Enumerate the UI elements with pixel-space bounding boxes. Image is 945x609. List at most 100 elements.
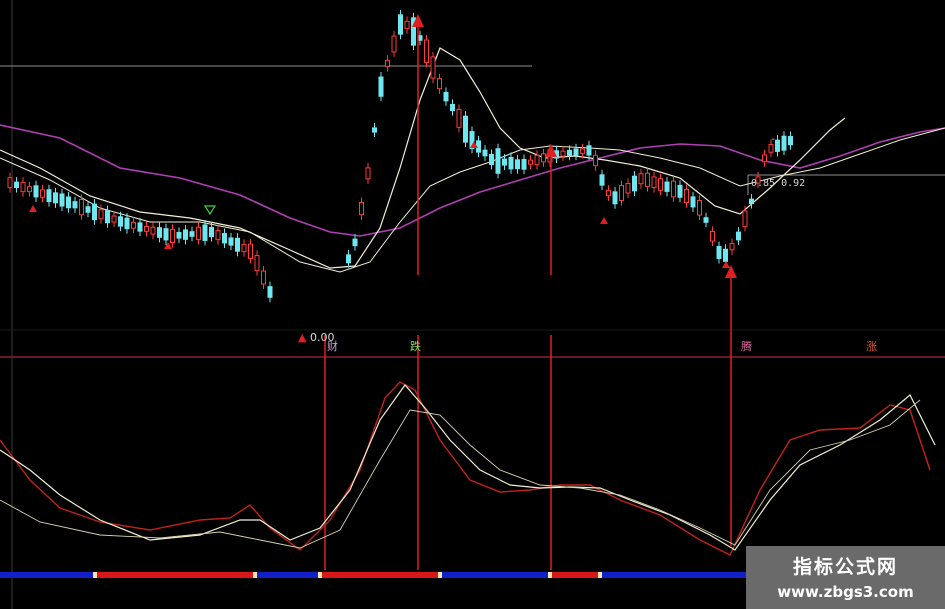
candlestick <box>189 231 195 237</box>
candlestick <box>788 136 793 146</box>
candlestick <box>463 115 468 143</box>
candlestick <box>170 228 175 244</box>
kdj-d-line <box>0 384 936 551</box>
candlestick <box>72 201 78 209</box>
candlestick <box>534 154 540 166</box>
candlestick <box>79 199 84 216</box>
candlestick <box>46 189 52 203</box>
candlestick <box>235 237 240 252</box>
candlestick <box>144 225 149 232</box>
candlestick <box>398 14 403 35</box>
candlestick <box>515 159 520 170</box>
watermark-url: www.zbgs3.com <box>777 583 914 601</box>
candlestick <box>33 185 39 198</box>
candlestick <box>254 255 260 272</box>
watermark-title: 指标公式网 <box>792 556 898 578</box>
candlestick <box>228 237 234 246</box>
kdj-j-line <box>0 399 921 549</box>
trend-bar-divider <box>598 572 602 578</box>
candlestick <box>781 135 787 151</box>
candlestick <box>560 150 566 157</box>
candlestick <box>196 226 201 240</box>
signal-marker-icon <box>722 261 730 268</box>
candlestick <box>775 139 780 152</box>
signal-marker-icon <box>29 205 37 212</box>
candlestick <box>651 176 657 188</box>
candlestick <box>261 270 266 285</box>
candlestick <box>502 158 507 166</box>
candlestick <box>385 59 390 68</box>
candlestick <box>163 228 169 241</box>
candlestick <box>150 226 156 235</box>
candlestick <box>528 159 533 165</box>
price-range-note: 0.85 0.92 <box>751 178 806 189</box>
candlestick <box>215 229 221 241</box>
candlestick <box>736 231 741 241</box>
candlestick <box>241 243 247 253</box>
candlestick <box>567 149 572 156</box>
candlestick <box>606 189 611 197</box>
candlestick <box>176 231 182 239</box>
signal-marker-icon <box>164 242 172 249</box>
candlestick <box>716 246 722 259</box>
candlestick <box>7 177 13 189</box>
candlestick <box>684 189 689 204</box>
candlestick <box>645 172 650 188</box>
candlestick <box>521 158 527 170</box>
trend-bar-divider <box>438 572 442 578</box>
candlestick <box>53 192 58 204</box>
trend-bar-divider <box>548 572 552 578</box>
kdj-k-line <box>0 381 931 556</box>
candlestick <box>40 189 45 198</box>
candlestick <box>248 243 253 259</box>
candlestick <box>424 39 429 63</box>
trend-bar-divider <box>253 572 257 578</box>
candlestick <box>98 209 104 220</box>
candlestick <box>372 127 377 133</box>
candlestick <box>118 216 123 227</box>
candlestick <box>131 221 136 229</box>
candlestick <box>443 91 449 102</box>
candlestick <box>697 199 702 216</box>
candlestick <box>209 226 214 238</box>
candlestick <box>677 184 683 198</box>
trend-bar-divider <box>318 572 322 578</box>
trend-bar-divider <box>93 572 97 578</box>
candlestick <box>267 286 273 298</box>
candlestick <box>768 144 774 153</box>
signal-marker-icon <box>600 217 608 224</box>
candlestick <box>430 56 436 79</box>
candlestick <box>632 175 637 192</box>
trend-bar-segment <box>255 572 320 578</box>
ma-short-line <box>0 47 846 269</box>
candlestick <box>183 229 188 240</box>
candlestick <box>599 174 605 186</box>
candlestick <box>710 230 715 242</box>
candlestick <box>437 78 442 90</box>
candlestick <box>85 206 91 213</box>
candlestick <box>762 154 767 163</box>
candlestick <box>157 227 162 238</box>
candlestick <box>638 173 644 185</box>
candlestick <box>573 148 579 156</box>
candlestick <box>105 210 110 224</box>
candlestick <box>541 153 546 163</box>
candlestick <box>612 191 618 205</box>
candlestick <box>359 201 364 216</box>
candlestick <box>66 196 71 209</box>
sell-arrow-icon <box>203 205 217 216</box>
candlestick <box>222 233 227 244</box>
kline-chart-canvas[interactable] <box>0 0 945 609</box>
indicator-label-cai: 财 <box>327 340 338 353</box>
trend-bar-segment <box>95 572 255 578</box>
candlestick <box>352 238 358 247</box>
candlestick <box>450 103 455 112</box>
candlestick <box>111 215 117 223</box>
candlestick <box>671 180 676 198</box>
candlestick <box>202 224 208 241</box>
candlestick <box>27 186 32 193</box>
candlestick <box>508 156 514 170</box>
candlestick <box>378 76 384 97</box>
candlestick <box>742 210 748 227</box>
trend-bar-segment <box>320 572 440 578</box>
